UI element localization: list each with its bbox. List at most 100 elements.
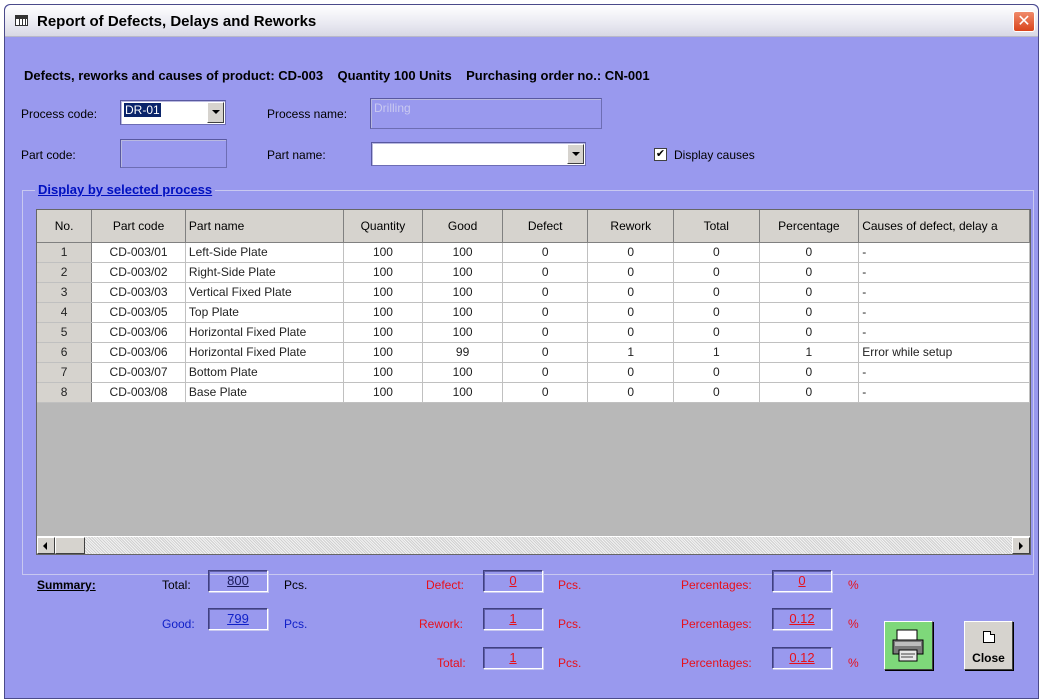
table-cell[interactable]: Left-Side Plate [185,242,344,263]
table-cell[interactable]: 1 [587,342,675,363]
table-row[interactable]: 5 CD-003/06 Horizontal Fixed Plate 100 100 0 0… [37,322,1030,343]
table-cell[interactable]: 0 [759,302,860,323]
table-cell[interactable]: Top Plate [185,302,344,323]
table-cell[interactable]: - [858,322,1030,343]
display-causes-label[interactable]: Display causes [674,148,755,162]
table-cell[interactable]: - [858,362,1030,383]
display-causes-checkbox[interactable]: ✔ [654,148,667,161]
table-row[interactable]: 6 CD-003/06 Horizontal Fixed Plate 100 99 0 1 1… [37,342,1030,363]
table-cell[interactable]: 0 [759,382,860,403]
table-cell[interactable]: Bottom Plate [185,362,344,383]
table-cell[interactable]: 0 [502,342,589,363]
table-cell[interactable]: - [858,242,1030,263]
table-cell[interactable]: 100 [422,362,503,383]
table-cell[interactable]: 0 [587,242,675,263]
column-header[interactable]: Quantity [343,210,424,243]
column-header[interactable]: Total [673,210,760,243]
table-cell[interactable]: CD-003/07 [91,362,186,383]
title-bar[interactable]: Report of Defects, Delays and Reworks ✕ [5,5,1038,37]
table-cell[interactable]: 100 [422,322,503,343]
table-cell[interactable]: 0 [587,302,675,323]
table-cell[interactable]: 3 [37,282,93,303]
table-cell[interactable]: 100 [343,302,424,323]
table-cell[interactable]: 0 [502,302,589,323]
table-cell[interactable]: - [858,282,1030,303]
table-cell[interactable]: 100 [343,382,424,403]
table-cell[interactable]: CD-003/02 [91,262,186,283]
table-cell[interactable]: - [858,262,1030,283]
table-cell[interactable]: 100 [422,382,503,403]
chevron-down-icon[interactable] [207,102,224,123]
table-cell[interactable]: 0 [587,282,675,303]
table-cell[interactable]: CD-003/06 [91,322,186,343]
close-button[interactable]: Close [964,621,1013,670]
table-cell[interactable]: Right-Side Plate [185,262,344,283]
table-row[interactable]: 3 CD-003/03 Vertical Fixed Plate 100 100 0 0 0 0… [37,282,1030,303]
table-cell[interactable]: 0 [587,262,675,283]
data-grid[interactable]: No. Part code Part name Quantity Good De… [36,209,1031,555]
table-cell[interactable]: 100 [343,342,424,363]
table-cell[interactable]: Error while setup [858,342,1030,363]
table-cell[interactable]: 0 [587,382,675,403]
table-cell[interactable]: 1 [759,342,860,363]
table-cell[interactable]: 0 [759,282,860,303]
part-name-combo[interactable] [371,142,586,166]
table-cell[interactable]: 0 [502,242,589,263]
table-cell[interactable]: 0 [502,382,589,403]
table-cell[interactable]: 0 [759,362,860,383]
table-cell[interactable]: 1 [673,342,760,363]
chevron-down-icon[interactable] [567,144,584,164]
table-row[interactable]: 7 CD-003/07 Bottom Plate 100 100 0 0 0 0- [37,362,1030,383]
window-close-button[interactable]: ✕ [1013,11,1035,32]
table-cell[interactable]: 5 [37,322,93,343]
column-header[interactable]: No. [37,210,93,243]
table-cell[interactable]: 0 [759,262,860,283]
table-cell[interactable]: 0 [673,362,760,383]
table-cell[interactable]: Horizontal Fixed Plate [185,342,344,363]
part-code-field[interactable] [120,139,227,168]
column-header[interactable]: Causes of defect, delay a [858,210,1030,243]
table-cell[interactable]: CD-003/03 [91,282,186,303]
table-row[interactable]: 8 CD-003/08 Base Plate 100 100 0 0 0 0- [37,382,1030,403]
table-cell[interactable]: 0 [673,322,760,343]
table-cell[interactable]: 0 [587,322,675,343]
table-cell[interactable]: CD-003/01 [91,242,186,263]
horizontal-scrollbar[interactable] [37,536,1030,554]
table-cell[interactable]: 100 [422,262,503,283]
table-cell[interactable]: 100 [343,242,424,263]
table-row[interactable]: 4 CD-003/05 Top Plate 100 100 0 0 0 0- [37,302,1030,323]
table-cell[interactable]: 8 [37,382,93,403]
table-cell[interactable]: 0 [587,362,675,383]
table-cell[interactable]: 0 [673,282,760,303]
table-cell[interactable]: - [858,302,1030,323]
table-cell[interactable]: CD-003/08 [91,382,186,403]
group-title[interactable]: Display by selected process [35,182,216,197]
table-row[interactable]: 1 CD-003/01 Left-Side Plate 100 100 0 0 0 0- [37,242,1030,263]
table-cell[interactable]: CD-003/05 [91,302,186,323]
table-cell[interactable]: 0 [759,322,860,343]
column-header[interactable]: Rework [587,210,675,243]
table-cell[interactable]: 4 [37,302,93,323]
print-button[interactable] [884,621,933,670]
table-cell[interactable]: 0 [502,262,589,283]
table-cell[interactable]: 1 [37,242,93,263]
column-header[interactable]: Good [422,210,503,243]
table-cell[interactable]: 0 [502,322,589,343]
table-cell[interactable]: 100 [343,282,424,303]
table-cell[interactable]: CD-003/06 [91,342,186,363]
table-cell[interactable]: 100 [343,362,424,383]
table-cell[interactable]: Horizontal Fixed Plate [185,322,344,343]
table-row[interactable]: 2 CD-003/02 Right-Side Plate 100 100 0 0 0 0- [37,262,1030,283]
column-header[interactable]: Part code [91,210,186,243]
table-cell[interactable]: 0 [673,242,760,263]
table-cell[interactable]: 100 [343,262,424,283]
table-cell[interactable]: 0 [673,302,760,323]
column-header[interactable]: Part name [185,210,344,243]
scroll-left-icon[interactable] [37,537,55,554]
table-cell[interactable]: 0 [759,242,860,263]
column-header[interactable]: Defect [502,210,589,243]
table-cell[interactable]: 100 [343,322,424,343]
process-code-combo[interactable]: DR-01 [120,100,226,125]
table-cell[interactable]: 6 [37,342,93,363]
table-cell[interactable]: 0 [502,362,589,383]
